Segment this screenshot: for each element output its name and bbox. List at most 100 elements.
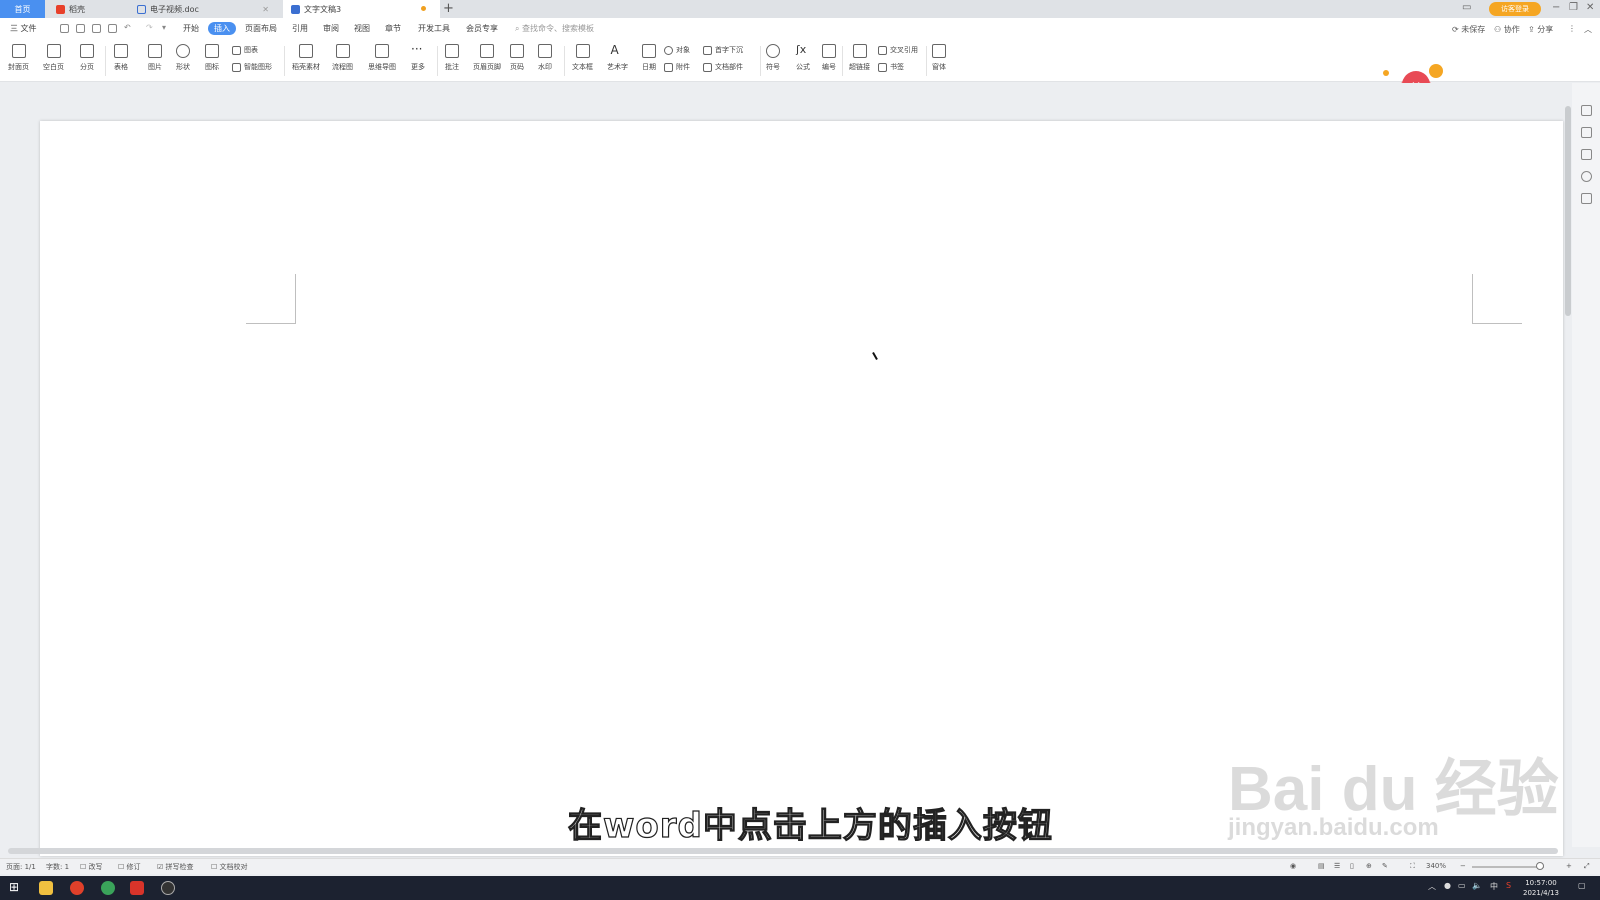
blank-page-button[interactable]: 空白页 bbox=[43, 44, 64, 72]
file-explorer-icon[interactable] bbox=[39, 881, 53, 895]
page-view-icon[interactable]: ▤ bbox=[1318, 862, 1325, 870]
cross-ref-button[interactable]: 交叉引用 bbox=[878, 45, 918, 55]
daoke-material-button[interactable]: 稻壳素材 bbox=[292, 44, 320, 72]
monitor-icon[interactable]: ▭ bbox=[1462, 2, 1471, 13]
new-tab-button[interactable]: + bbox=[443, 1, 454, 16]
browser-icon[interactable] bbox=[101, 881, 115, 895]
preview-icon[interactable] bbox=[108, 24, 117, 33]
guest-login-button[interactable]: 访客登录 bbox=[1489, 2, 1541, 16]
export-icon[interactable] bbox=[76, 24, 85, 33]
form-window-button[interactable]: 窗体 bbox=[932, 44, 946, 72]
zoom-slider[interactable] bbox=[1472, 866, 1544, 868]
antivirus-icon[interactable]: S bbox=[1506, 881, 1511, 890]
vertical-scrollbar[interactable] bbox=[1565, 86, 1571, 848]
tab-active-document[interactable]: 文字文稿3 bbox=[283, 0, 440, 18]
outline-view-icon[interactable]: ☰ bbox=[1334, 862, 1340, 870]
recorder-icon[interactable] bbox=[161, 881, 175, 895]
object-button[interactable]: 对象 bbox=[664, 45, 690, 55]
close-window-button[interactable]: ✕ bbox=[1586, 2, 1594, 13]
wordart-button[interactable]: A 艺术字 bbox=[607, 44, 628, 72]
symbol-button[interactable]: 符号 bbox=[766, 44, 780, 72]
page-break-button[interactable]: 分页 bbox=[80, 44, 94, 72]
pen-icon[interactable] bbox=[1581, 105, 1592, 116]
icon-button[interactable]: 图标 bbox=[205, 44, 219, 72]
page-number-button[interactable]: 页码 bbox=[510, 44, 524, 72]
write-mode-icon[interactable]: ✎ bbox=[1382, 862, 1388, 870]
reading-view-icon[interactable]: ▯ bbox=[1350, 862, 1354, 870]
ime-indicator[interactable]: 中 bbox=[1490, 881, 1498, 892]
smart-shape-button[interactable]: 智能图形 bbox=[232, 62, 272, 72]
menu-page-layout[interactable]: 页面布局 bbox=[245, 23, 277, 34]
cover-page-button[interactable]: 封面页 bbox=[8, 44, 29, 72]
header-footer-button[interactable]: 页眉页脚 bbox=[473, 44, 501, 72]
volume-icon[interactable]: 🔈 bbox=[1472, 881, 1482, 890]
print-icon[interactable] bbox=[92, 24, 101, 33]
tray-expand-icon[interactable]: ︿ bbox=[1428, 881, 1436, 892]
word-count[interactable]: 字数: 1 bbox=[46, 862, 69, 872]
system-clock[interactable]: 10:57:00 2021/4/13 bbox=[1523, 878, 1559, 898]
tab-home[interactable]: 首页 bbox=[0, 0, 45, 18]
menu-insert[interactable]: 插入 bbox=[208, 22, 236, 35]
proofread-button[interactable]: ☐ 文档校对 bbox=[211, 862, 248, 872]
menu-start[interactable]: 开始 bbox=[183, 23, 199, 34]
tray-app-icon[interactable]: ● bbox=[1444, 881, 1451, 890]
menu-view[interactable]: 视图 bbox=[354, 23, 370, 34]
pointer-icon[interactable] bbox=[1581, 127, 1592, 138]
menu-chapter[interactable]: 章节 bbox=[385, 23, 401, 34]
revision-toggle[interactable]: ☐ 修订 bbox=[118, 862, 141, 872]
spell-check-button[interactable]: ☑ 拼写检查 bbox=[157, 862, 194, 872]
date-button[interactable]: 日期 bbox=[642, 44, 656, 72]
hyperlink-button[interactable]: 超链接 bbox=[849, 44, 870, 72]
page-count[interactable]: 页面: 1/1 bbox=[6, 862, 36, 872]
collapse-ribbon-icon[interactable]: ︿ bbox=[1584, 24, 1592, 35]
bookmark-button[interactable]: 书签 bbox=[878, 62, 904, 72]
chrome-icon[interactable] bbox=[70, 881, 84, 895]
numbering-button[interactable]: 编号 bbox=[822, 44, 836, 72]
menu-references[interactable]: 引用 bbox=[292, 23, 308, 34]
more-options-icon[interactable]: ⋮ bbox=[1568, 24, 1576, 33]
flowchart-button[interactable]: 流程图 bbox=[332, 44, 353, 72]
fullscreen-icon[interactable]: ⤢ bbox=[1584, 862, 1590, 871]
minimize-button[interactable]: − bbox=[1552, 2, 1560, 13]
wps-icon[interactable] bbox=[130, 881, 144, 895]
textbox-button[interactable]: 文本框 bbox=[572, 44, 593, 72]
table-button[interactable]: 表格 bbox=[114, 44, 128, 72]
collaborate-button[interactable]: ⚇ 协作 bbox=[1494, 24, 1520, 35]
redo-icon[interactable]: ↷ bbox=[146, 23, 153, 32]
zoom-out-button[interactable]: − bbox=[1460, 862, 1466, 870]
tab-daoke[interactable]: 稻壳 bbox=[48, 0, 128, 18]
command-search-input[interactable]: ⌕ 查找命令、搜索模板 bbox=[515, 23, 594, 34]
help-icon[interactable] bbox=[1581, 171, 1592, 182]
customize-icon[interactable]: ▾ bbox=[162, 23, 166, 32]
zoom-in-button[interactable]: + bbox=[1566, 862, 1572, 870]
network-icon[interactable]: ▭ bbox=[1458, 881, 1466, 890]
undo-icon[interactable]: ↶ bbox=[124, 23, 131, 32]
file-menu[interactable]: 三 文件 bbox=[10, 23, 37, 34]
watermark-button[interactable]: 水印 bbox=[538, 44, 552, 72]
tab-doc-file[interactable]: 电子视频.doc ✕ bbox=[129, 0, 281, 18]
menu-developer[interactable]: 开发工具 bbox=[418, 23, 450, 34]
dropcap-button[interactable]: 首字下沉 bbox=[703, 45, 743, 55]
backup-icon[interactable] bbox=[1581, 193, 1592, 204]
horizontal-scrollbar[interactable] bbox=[8, 848, 1558, 854]
scrollbar-thumb[interactable] bbox=[1565, 106, 1571, 316]
chart-button[interactable]: 图表 bbox=[232, 45, 258, 55]
more-button[interactable]: ··· 更多 bbox=[411, 43, 425, 72]
formula-button[interactable]: ʃx 公式 bbox=[796, 44, 810, 72]
menu-review[interactable]: 审阅 bbox=[323, 23, 339, 34]
notification-icon[interactable]: ▢ bbox=[1578, 881, 1586, 890]
doc-parts-button[interactable]: 文档部件 bbox=[703, 62, 743, 72]
save-icon[interactable] bbox=[60, 24, 69, 33]
unsaved-button[interactable]: ⟳ 未保存 bbox=[1452, 24, 1485, 35]
shape-button[interactable]: 形状 bbox=[176, 44, 190, 72]
windows-start-icon[interactable]: ⊞ bbox=[9, 880, 23, 894]
zoom-slider-knob[interactable] bbox=[1536, 862, 1544, 870]
comment-button[interactable]: 批注 bbox=[445, 44, 459, 72]
mindmap-button[interactable]: 思维导图 bbox=[368, 44, 396, 72]
picture-button[interactable]: 图片 bbox=[148, 44, 162, 72]
attachment-button[interactable]: 附件 bbox=[664, 62, 690, 72]
menu-member[interactable]: 会员专享 bbox=[466, 23, 498, 34]
fit-page-icon[interactable]: ⛶ bbox=[1410, 862, 1415, 871]
tab-close-icon[interactable]: ✕ bbox=[262, 5, 269, 14]
settings-sliders-icon[interactable] bbox=[1581, 149, 1592, 160]
